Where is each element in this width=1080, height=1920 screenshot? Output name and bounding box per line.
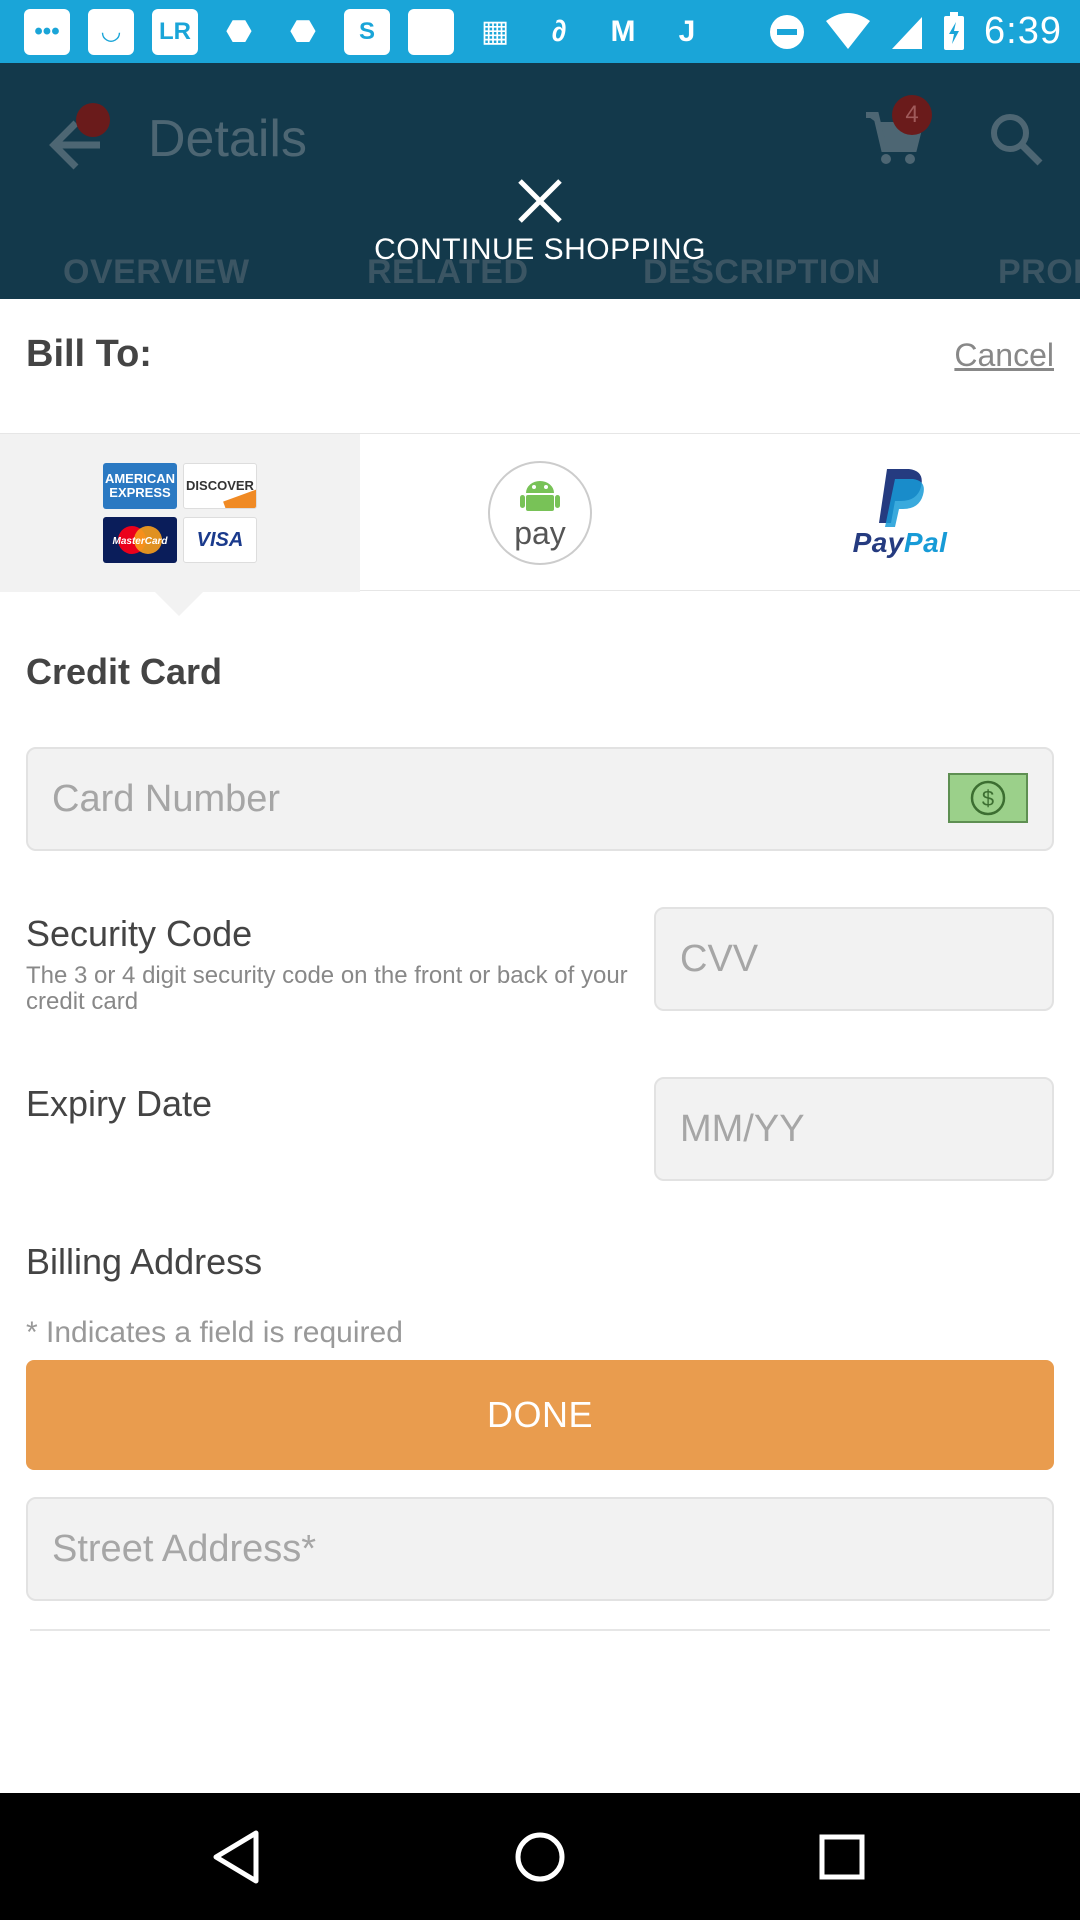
wifi-icon (826, 12, 871, 49)
payment-sheet: Bill To: Cancel AMERICAN EXPRESS DISCOVE… (0, 299, 1080, 1793)
paypal-tab[interactable]: PayPal (720, 434, 1080, 592)
android-icon (520, 481, 560, 511)
expiry-date-label: Expiry Date (26, 1083, 213, 1124)
square-icon (408, 8, 454, 55)
s-icon: S (344, 8, 390, 55)
expiry-field[interactable] (654, 1077, 1054, 1181)
credit-card-tab[interactable]: AMERICAN EXPRESS DISCOVER MasterCard VIS… (0, 434, 360, 616)
payment-method-tabs: AMERICAN EXPRESS DISCOVER MasterCard VIS… (0, 433, 1080, 616)
security-code-label: Security Code (26, 913, 253, 954)
android-pay-tab[interactable]: pay (360, 434, 720, 592)
done-button[interactable]: DONE (26, 1360, 1054, 1470)
app-header-dimmed: Details 4 OVERVIEW RELATED DESCRIPTION P… (0, 63, 1080, 299)
card-scan-icon[interactable]: $ (948, 773, 1028, 823)
discover-logo: DISCOVER (183, 463, 257, 509)
next-field-edge (30, 1629, 1050, 1631)
billing-address-label: Billing Address (26, 1241, 263, 1282)
shield-icon: ⬣ (225, 15, 253, 48)
battery-icon (944, 11, 965, 50)
signal-icon (892, 16, 923, 49)
android-pay-logo: pay (488, 461, 592, 565)
search-icon (991, 114, 1043, 166)
continue-shopping-button[interactable]: CONTINUE SHOPPING (0, 233, 1080, 267)
amex-logo: AMERICAN EXPRESS (103, 463, 177, 509)
clock: 6:39 (984, 10, 1062, 52)
message-icon: ••• (24, 8, 70, 55)
mastercard-logo: MasterCard (103, 517, 177, 563)
do-not-disturb-icon (770, 14, 805, 49)
back-icon[interactable] (206, 1825, 270, 1889)
paypal-logo: PayPal (853, 467, 948, 559)
paypal-p-icon (878, 469, 924, 527)
home-icon[interactable] (508, 1825, 572, 1889)
lr-icon: LR (152, 8, 198, 55)
street-address-field[interactable] (26, 1497, 1054, 1601)
cart-count-badge: 4 (892, 95, 932, 135)
street-address-input[interactable] (28, 1499, 1052, 1599)
svg-text:MasterCard: MasterCard (112, 536, 168, 547)
m-icon: M (610, 14, 636, 48)
notification-icons: ••• ◡ LR ⬣ ⬣ S ▦ ∂ M J (24, 8, 710, 55)
card-logos: AMERICAN EXPRESS DISCOVER MasterCard VIS… (103, 463, 257, 563)
system-status: 6:39 (768, 10, 1062, 53)
grid-icon: ▦ (480, 15, 510, 48)
j-icon: J (678, 14, 696, 48)
card-number-field[interactable]: $ (26, 747, 1054, 851)
expiry-input[interactable] (656, 1079, 1052, 1179)
cvv-input[interactable] (656, 909, 1052, 1009)
close-icon[interactable] (512, 173, 568, 229)
visa-logo: VISA (183, 517, 257, 563)
notification-dot (76, 103, 110, 137)
recents-icon[interactable] (810, 1825, 874, 1889)
bill-to-heading: Bill To: (26, 333, 152, 375)
smile-icon: ◡ (88, 8, 134, 55)
svg-text:$: $ (982, 786, 994, 811)
card-number-input[interactable] (28, 749, 1052, 849)
shield-icon: ⬣ (289, 15, 317, 48)
link-icon: ∂ (551, 14, 567, 48)
credit-card-heading: Credit Card (26, 651, 223, 692)
required-note: * Indicates a field is required (26, 1316, 403, 1349)
cvv-field[interactable] (654, 907, 1054, 1011)
selected-tab-pointer (155, 592, 203, 616)
cancel-link[interactable]: Cancel (954, 337, 1054, 374)
security-code-help: The 3 or 4 digit security code on the fr… (26, 962, 628, 1016)
page-title: Details (148, 110, 307, 168)
status-bar: ••• ◡ LR ⬣ ⬣ S ▦ ∂ M J 6:39 (0, 0, 1080, 63)
navigation-bar (0, 1793, 1080, 1920)
